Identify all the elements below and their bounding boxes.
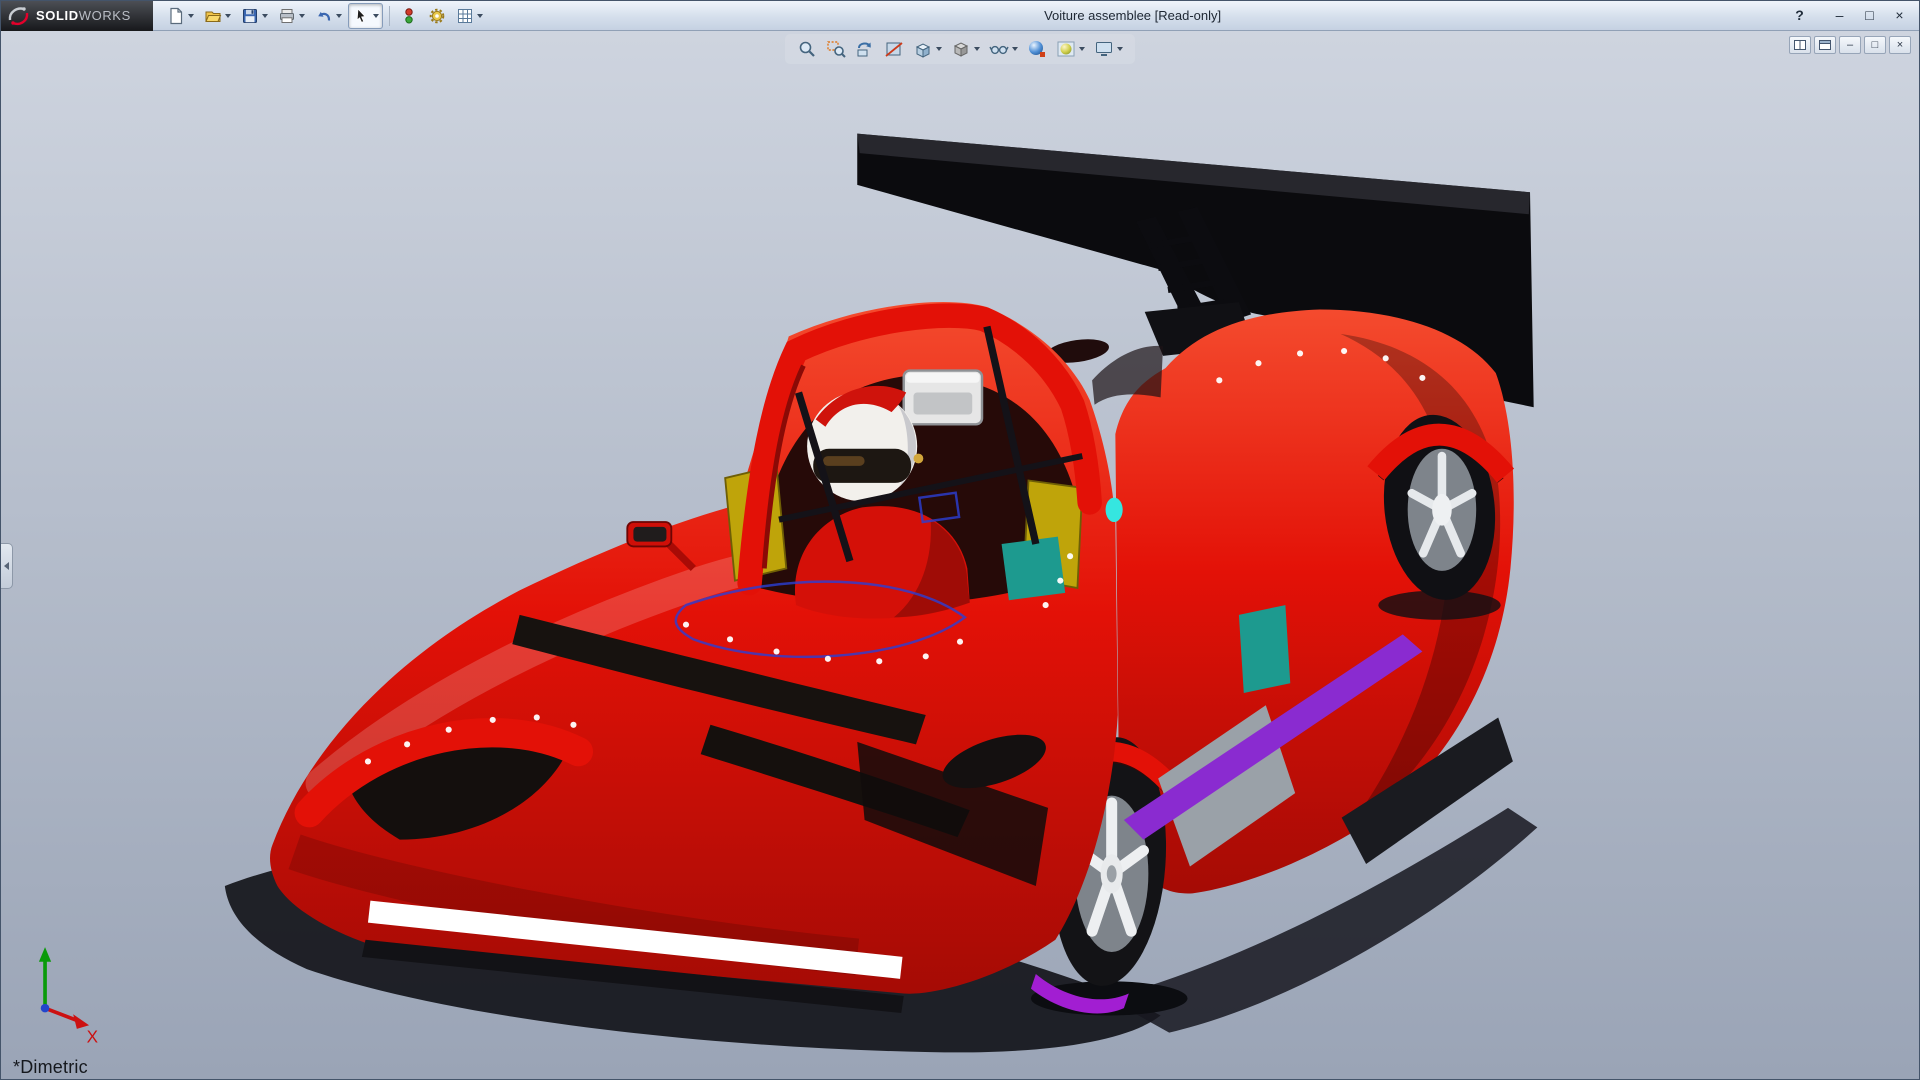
undo-button[interactable] <box>311 3 346 29</box>
document-minimize-button[interactable]: – <box>1839 36 1861 54</box>
panel-collapse-tab[interactable] <box>1 543 13 589</box>
hide-show-items-button[interactable] <box>986 36 1021 62</box>
view-grid-button[interactable] <box>452 3 487 29</box>
solidworks-logo-mark <box>7 5 31 27</box>
previous-view-icon <box>855 39 875 59</box>
toolbar-separator <box>389 6 390 26</box>
dropdown-caret[interactable] <box>936 47 942 51</box>
minimize-button[interactable]: – <box>1826 4 1853 26</box>
dropdown-caret[interactable] <box>373 14 379 18</box>
select-cursor-icon <box>352 7 370 25</box>
view-orientation-button[interactable] <box>910 36 945 62</box>
pane-split-button[interactable] <box>1789 36 1811 54</box>
rebuild-icon <box>400 7 418 25</box>
dropdown-caret[interactable] <box>225 14 231 18</box>
heads-up-toolbar <box>785 34 1135 64</box>
help-button[interactable]: ? <box>1786 4 1813 26</box>
view-settings-button[interactable] <box>1091 36 1126 62</box>
open-folder-icon <box>204 7 222 25</box>
dropdown-caret[interactable] <box>974 47 980 51</box>
close-button[interactable]: × <box>1886 4 1913 26</box>
rebuild-button[interactable] <box>396 3 422 29</box>
window-controls: ? – □ × <box>1786 4 1913 26</box>
document-window-controls: – □ × <box>1789 36 1911 54</box>
dropdown-caret[interactable] <box>188 14 194 18</box>
zoom-to-fit-button[interactable] <box>794 36 820 62</box>
car-model <box>225 134 1538 1053</box>
apply-scene-button[interactable] <box>1053 36 1088 62</box>
titlebar: SOLIDWORKS <box>1 1 1919 31</box>
main-toolbar <box>163 3 487 29</box>
options-gear-icon <box>428 7 446 25</box>
select-button[interactable] <box>348 3 383 29</box>
teal-door-window <box>1002 537 1066 601</box>
graphics-viewport[interactable]: X <box>1 31 1919 1079</box>
open-button[interactable] <box>200 3 235 29</box>
save-icon <box>241 7 259 25</box>
document-close-button[interactable]: × <box>1889 36 1911 54</box>
view-orientation-cube-icon <box>913 39 933 59</box>
pane-split-icon <box>1794 40 1806 50</box>
document-close-icon: × <box>1897 40 1903 51</box>
triad-x-label: X <box>87 1027 99 1046</box>
document-minimize-icon: – <box>1847 40 1853 51</box>
cyan-marker <box>1106 498 1123 522</box>
document-restore-button[interactable]: □ <box>1864 36 1886 54</box>
view-settings-icon <box>1094 39 1114 59</box>
previous-view-button[interactable] <box>852 36 878 62</box>
display-style-button[interactable] <box>948 36 983 62</box>
dropdown-caret[interactable] <box>1012 47 1018 51</box>
display-style-icon <box>951 39 971 59</box>
help-icon: ? <box>1795 8 1804 22</box>
dropdown-caret[interactable] <box>1117 47 1123 51</box>
apply-scene-icon <box>1056 39 1076 59</box>
window-title: Voiture assemblee [Read-only] <box>1044 8 1221 23</box>
orientation-triad: X <box>39 947 99 1046</box>
solidworks-window: SOLIDWORKS <box>0 0 1920 1080</box>
view-grid-icon <box>456 7 474 25</box>
teal-side-window <box>1239 605 1290 693</box>
maximize-icon: □ <box>1865 8 1873 22</box>
new-document-button[interactable] <box>163 3 198 29</box>
options-button[interactable] <box>424 3 450 29</box>
intake-box <box>904 371 982 425</box>
dropdown-caret[interactable] <box>477 14 483 18</box>
print-button[interactable] <box>274 3 309 29</box>
edit-appearance-icon <box>1027 39 1047 59</box>
undo-icon <box>315 7 333 25</box>
zoom-to-area-icon <box>826 39 846 59</box>
pane-full-icon <box>1819 40 1831 50</box>
hide-show-items-icon <box>989 39 1009 59</box>
pane-full-button[interactable] <box>1814 36 1836 54</box>
edit-appearance-button[interactable] <box>1024 36 1050 62</box>
zoom-to-area-button[interactable] <box>823 36 849 62</box>
collapse-arrow-icon <box>4 562 9 570</box>
model-scene: X <box>1 31 1919 1079</box>
section-view-button[interactable] <box>881 36 907 62</box>
maximize-button[interactable]: □ <box>1856 4 1883 26</box>
save-button[interactable] <box>237 3 272 29</box>
close-icon: × <box>1895 8 1903 22</box>
print-icon <box>278 7 296 25</box>
document-restore-icon: □ <box>1872 40 1879 51</box>
dropdown-caret[interactable] <box>336 14 342 18</box>
dropdown-caret[interactable] <box>1079 47 1085 51</box>
view-orientation-label: *Dimetric <box>13 1057 88 1078</box>
brand-text: SOLIDWORKS <box>36 8 131 23</box>
dropdown-caret[interactable] <box>299 14 305 18</box>
section-view-icon <box>884 39 904 59</box>
zoom-to-fit-icon <box>797 39 817 59</box>
new-document-icon <box>167 7 185 25</box>
minimize-icon: – <box>1836 8 1844 22</box>
solidworks-logo: SOLIDWORKS <box>1 1 153 31</box>
dropdown-caret[interactable] <box>262 14 268 18</box>
